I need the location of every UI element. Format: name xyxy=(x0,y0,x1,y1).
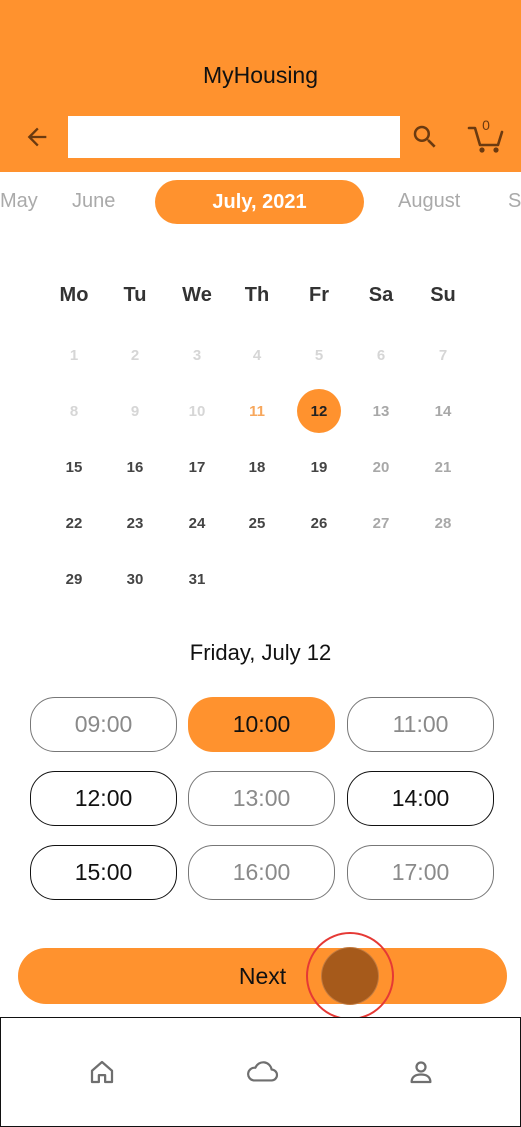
calendar-day[interactable]: 17 xyxy=(175,445,219,489)
time-slot-1100: 11:00 xyxy=(347,697,494,752)
time-slot-1700: 17:00 xyxy=(347,845,494,900)
calendar-day[interactable]: 26 xyxy=(297,501,341,545)
calendar-day[interactable]: 20 xyxy=(359,445,403,489)
search-input[interactable] xyxy=(68,116,400,158)
weekday-label: Tu xyxy=(123,284,147,306)
calendar-day: 10 xyxy=(188,402,206,420)
time-slot-1600: 16:00 xyxy=(188,845,335,900)
calendar-day: 5 xyxy=(314,346,324,364)
bottom-navigation xyxy=(0,1017,521,1127)
nav-home[interactable] xyxy=(84,1054,120,1090)
weekday-label: Th xyxy=(244,284,270,306)
calendar-day[interactable]: 24 xyxy=(175,501,219,545)
calendar-day[interactable]: 18 xyxy=(235,445,279,489)
calendar-day: 9 xyxy=(130,402,140,420)
calendar-day[interactable]: 21 xyxy=(421,445,465,489)
time-slot-1400[interactable]: 14:00 xyxy=(347,771,494,826)
weekday-label: We xyxy=(182,284,212,306)
calendar-day[interactable]: 19 xyxy=(297,445,341,489)
calendar-day: 6 xyxy=(376,346,386,364)
calendar-day[interactable]: 29 xyxy=(52,557,96,601)
cart-count-badge: 0 xyxy=(482,117,490,133)
cloud-icon xyxy=(247,1061,278,1082)
nav-cloud[interactable] xyxy=(244,1054,280,1090)
app-header: MyHousing 0 xyxy=(0,0,521,172)
calendar-day: 8 xyxy=(69,402,79,420)
calendar-day[interactable]: 31 xyxy=(175,557,219,601)
cart-button[interactable]: 0 xyxy=(466,116,506,156)
selected-date-heading: Friday, July 12 xyxy=(189,640,332,665)
calendar-day: 7 xyxy=(438,346,448,364)
calendar-day[interactable]: 23 xyxy=(113,501,157,545)
weekday-label: Fr xyxy=(309,284,329,306)
arrow-left-icon xyxy=(27,127,47,147)
calendar-day: 3 xyxy=(192,346,202,364)
home-icon xyxy=(90,1060,114,1084)
calendar-day[interactable]: 16 xyxy=(113,445,157,489)
month-selector: May June July, 2021 August S xyxy=(0,172,521,232)
calendar-day: 4 xyxy=(252,346,262,364)
calendar-day[interactable]: 27 xyxy=(359,501,403,545)
calendar-day-selected[interactable]: 12 xyxy=(297,389,341,433)
time-slot-1000[interactable]: 10:00 xyxy=(188,697,335,752)
calendar-day: 2 xyxy=(130,346,140,364)
calendar-day[interactable]: 15 xyxy=(52,445,96,489)
weekday-label: Sa xyxy=(368,284,394,306)
month-august[interactable]: August xyxy=(398,190,460,213)
search-icon xyxy=(413,125,436,148)
calendar-day[interactable]: 11 xyxy=(235,389,279,433)
app-screen: MyHousing 0 May June July, 2021 August S… xyxy=(0,0,521,1127)
nav-profile[interactable] xyxy=(403,1054,439,1090)
calendar-day: 1 xyxy=(69,346,79,364)
time-slot-1200[interactable]: 12:00 xyxy=(30,771,177,826)
back-button[interactable] xyxy=(20,120,54,154)
calendar-day[interactable]: 30 xyxy=(113,557,157,601)
month-june[interactable]: June xyxy=(72,190,115,213)
weekday-label: Mo xyxy=(59,284,89,306)
weekday-label: Su xyxy=(430,284,456,306)
time-slot-0900: 09:00 xyxy=(30,697,177,752)
calendar-day[interactable]: 25 xyxy=(235,501,279,545)
month-may[interactable]: May xyxy=(0,190,38,213)
search-button[interactable] xyxy=(408,120,442,154)
time-slot-1300: 13:00 xyxy=(188,771,335,826)
month-july-selected[interactable]: July, 2021 xyxy=(155,180,364,224)
time-slot-1500[interactable]: 15:00 xyxy=(30,845,177,900)
calendar-day[interactable]: 22 xyxy=(52,501,96,545)
touch-indicator-dot xyxy=(322,948,378,1004)
next-button[interactable]: Next xyxy=(18,948,507,1004)
user-icon xyxy=(410,1061,432,1084)
month-september-partial[interactable]: S xyxy=(508,190,521,213)
app-title: MyHousing xyxy=(202,62,319,88)
calendar-day[interactable]: 14 xyxy=(421,389,465,433)
next-button-label: Next xyxy=(238,962,287,989)
calendar-day[interactable]: 13 xyxy=(359,389,403,433)
calendar-day[interactable]: 28 xyxy=(421,501,465,545)
